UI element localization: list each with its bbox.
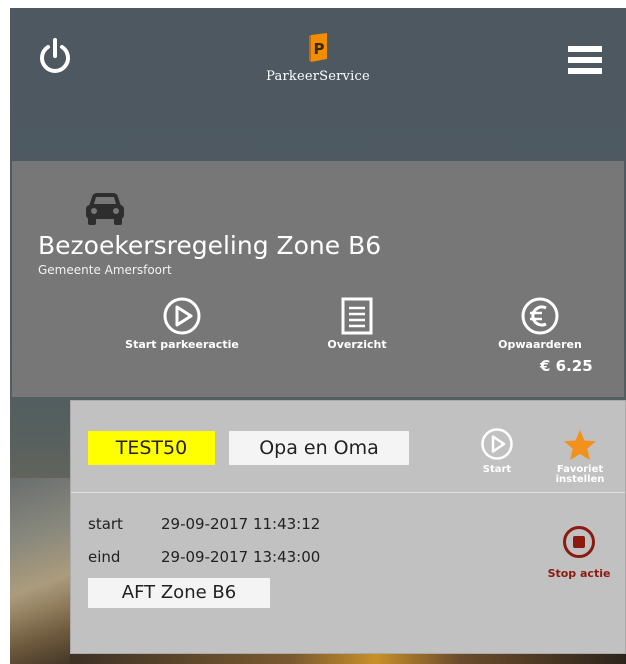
start-parking-button[interactable]: Start parkeeractie (107, 296, 257, 351)
favorite-label-2: instellen (555, 474, 605, 485)
start-session-button[interactable]: Start (473, 427, 521, 475)
license-plate[interactable]: TEST50 (88, 431, 215, 465)
logo-text: ParkeerService (266, 69, 370, 84)
stop-session-button[interactable]: Stop actie (541, 525, 617, 579)
svg-text:P: P (314, 40, 325, 58)
set-favorite-button[interactable]: Favoriet instellen (546, 429, 614, 485)
balance-amount: € 6.25 (540, 357, 593, 375)
logo-p-icon: P (307, 33, 329, 63)
stop-circle-icon (563, 526, 595, 558)
document-list-icon (341, 297, 373, 335)
end-time-label: eind (88, 548, 121, 566)
euro-circle-icon (521, 297, 559, 335)
start-parking-label: Start parkeeractie (125, 338, 239, 351)
zone-panel: Bezoekersregeling Zone B6 Gemeente Amers… (12, 161, 624, 397)
zone-title: Bezoekersregeling Zone B6 (38, 231, 382, 260)
start-time-label: start (88, 515, 123, 533)
start-session-label: Start (482, 464, 512, 475)
stop-session-label: Stop actie (547, 567, 611, 580)
vehicle-name[interactable]: Opa en Oma (229, 431, 409, 465)
app-screen: P ParkeerService Bezoekersregeling Zone … (10, 8, 626, 664)
power-icon[interactable] (37, 38, 73, 78)
session-zone[interactable]: AFT Zone B6 (88, 578, 270, 608)
top-up-label: Opwaarderen (498, 338, 582, 351)
overview-label: Overzicht (327, 338, 387, 351)
app-logo: P ParkeerService (258, 33, 378, 93)
top-up-button[interactable]: Opwaarderen (480, 296, 600, 351)
overview-button[interactable]: Overzicht (302, 296, 412, 351)
hamburger-menu-icon[interactable] (568, 46, 602, 74)
parking-session-card: TEST50 Opa en Oma Start Favoriet instell… (70, 400, 626, 654)
play-circle-icon (481, 428, 513, 460)
play-circle-icon (163, 297, 201, 335)
car-icon (84, 191, 126, 227)
start-time-value: 29-09-2017 11:43:12 (161, 515, 321, 533)
star-icon (564, 430, 596, 460)
end-time-value: 29-09-2017 13:43:00 (161, 548, 321, 566)
municipality-label: Gemeente Amersfoort (38, 263, 172, 277)
card-divider (71, 492, 625, 493)
